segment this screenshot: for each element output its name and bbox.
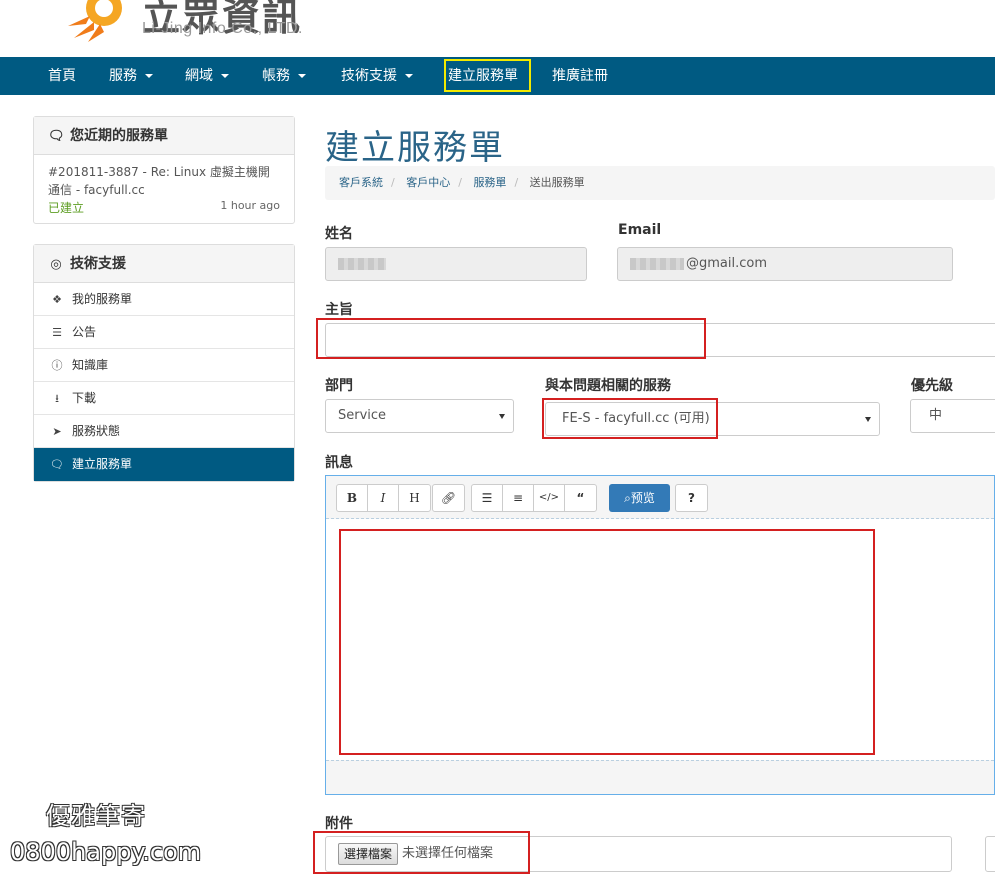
caret-down-icon [221,74,229,78]
comments-icon: 🗨 [50,458,64,471]
comments-icon: 🗨 [48,129,65,144]
breadcrumb: 客戶系統 / 客戶中心 / 服務單 / 送出服務單 [325,166,995,200]
nav-billing[interactable]: 帳務 [262,57,306,95]
download-icon: ⭳ [55,392,59,405]
bullet-list-icon[interactable]: ☰ [472,485,503,511]
logo-sun-icon[interactable] [64,0,128,42]
attachment-label: 附件 [325,816,353,832]
message-label: 訊息 [325,455,353,471]
recent-tickets-header: 🗨 您近期的服務單 [34,117,294,155]
nav-home[interactable]: 首頁 [48,57,76,95]
priority-select[interactable]: 中 [910,399,995,433]
rocket-icon: ➤ [52,425,62,438]
redacted-name [338,257,386,270]
site-header: 立眾資訊 Li-Jing Info Co., LTD. [0,0,995,57]
name-label: 姓名 [325,226,353,242]
heading-button[interactable]: H [399,485,430,511]
editor-toolbar: B I H 🔗︎ ☰ ≡ </> “ ⌕预览 ? [326,476,994,519]
link-icon[interactable]: 🔗︎ [433,485,464,511]
add-more-attachment-button[interactable] [985,836,995,872]
department-label: 部門 [325,378,353,394]
recent-ticket-item[interactable]: #201811-3887 - Re: Linux 虛擬主機開通信 - facyf… [34,155,294,223]
caret-down-icon [145,74,153,78]
nav-support[interactable]: 技術支援 [341,57,413,95]
info-icon: ⓘ [51,359,63,372]
subject-label: 主旨 [325,302,353,318]
bold-button[interactable]: B [337,485,368,511]
service-annotation [542,398,718,439]
editor-footer [326,760,994,794]
italic-button[interactable]: I [368,485,399,511]
nav-services[interactable]: 服務 [109,57,153,95]
toolbar-group-help: ? [675,484,708,512]
service-label: 與本問題相關的服務 [545,378,671,394]
ticket-icon: ❖ [52,293,62,306]
priority-label: 優先級 [911,378,953,394]
recent-tickets-panel: 🗨 您近期的服務單 #201811-3887 - Re: Linux 虛擬主機開通… [33,116,295,224]
preview-button[interactable]: ⌕预览 [609,484,670,512]
email-field: @gmail.com [617,247,953,281]
toolbar-group-link: 🔗︎ [432,484,465,512]
subject-annotation [316,318,706,359]
sidebar-item-my-tickets[interactable]: ❖ 我的服務單 [34,283,294,316]
sidebar-item-open-ticket[interactable]: 🗨 建立服務單 [34,448,294,481]
recent-ticket-title[interactable]: #201811-3887 - Re: Linux 虛擬主機開通信 - facyf… [48,163,280,199]
department-select[interactable]: Service [325,399,514,433]
sidebar-item-knowledgebase[interactable]: ⓘ 知識庫 [34,349,294,382]
nav-affiliates[interactable]: 推廣註冊 [552,57,608,95]
support-header: ◎ 技術支援 [34,245,294,283]
numbered-list-icon[interactable]: ≡ [503,485,534,511]
name-field [325,247,587,281]
caret-down-icon [405,74,413,78]
search-icon: ⌕ [624,491,631,505]
sidebar-item-network-status[interactable]: ➤ 服務狀態 [34,415,294,448]
support-panel: ◎ 技術支援 ❖ 我的服務單 ☰ 公告 ⓘ 知識庫 ⭳ 下載 ➤ 服務狀態 🗨 建立服務單 [33,244,295,482]
breadcrumb-link-tickets[interactable]: 服務單 [473,176,506,189]
sidebar-item-downloads[interactable]: ⭳ 下載 [34,382,294,415]
email-label: Email [618,222,662,238]
breadcrumb-current: 送出服務單 [529,176,585,189]
caret-down-icon [298,74,306,78]
watermark-url: 0800happy.com [10,838,202,866]
select-arrow-icon [499,414,505,419]
select-arrow-icon [865,417,871,422]
message-annotation [339,529,875,755]
list-icon: ☰ [52,326,62,339]
toolbar-group-blocks: ☰ ≡ </> “ [471,484,597,512]
nav-highlight-annotation [444,59,531,92]
redacted-email [630,257,684,270]
sidebar-item-announcements[interactable]: ☰ 公告 [34,316,294,349]
recent-ticket-time: 1 hour ago [220,199,280,212]
help-icon[interactable]: ? [676,485,707,511]
watermark-title: 優雅筆寄 [46,802,146,830]
quote-icon[interactable]: “ [565,485,596,511]
attachment-annotation [313,831,530,874]
page-title: 建立服務單 [325,128,505,168]
brand-subtitle: Li-Jing Info Co., LTD. [142,20,303,37]
nav-domains[interactable]: 網域 [185,57,229,95]
code-icon[interactable]: </> [534,485,565,511]
toolbar-group-format: B I H [336,484,431,512]
life-ring-icon: ◎ [50,257,62,272]
breadcrumb-link-client-area[interactable]: 客戶中心 [406,176,450,189]
breadcrumb-link-portal[interactable]: 客戶系統 [339,176,383,189]
